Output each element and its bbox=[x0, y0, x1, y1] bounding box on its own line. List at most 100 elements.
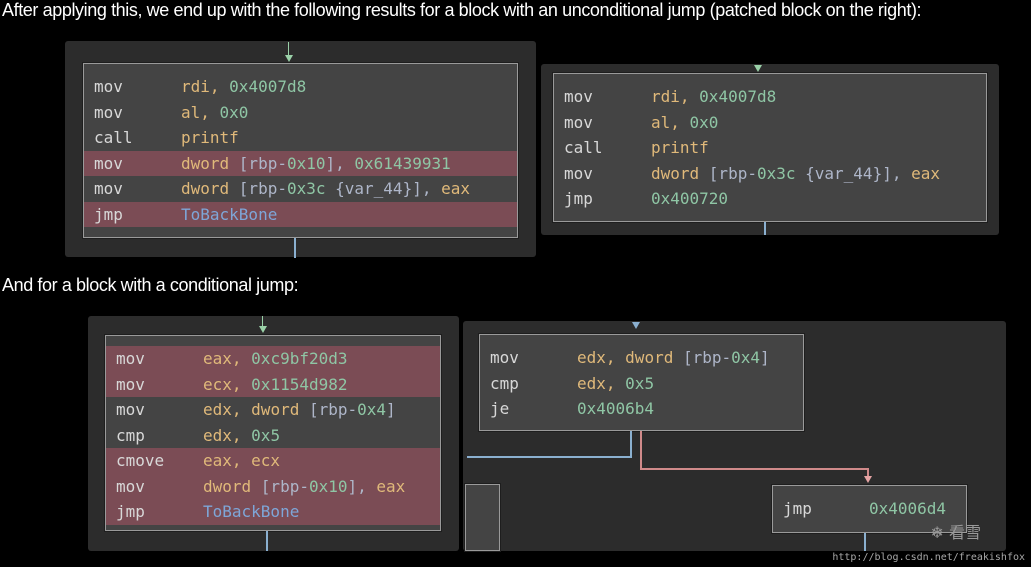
asm-instruction-row[interactable]: jmp ToBackBone bbox=[106, 499, 440, 525]
asm-operand-token: eax, bbox=[203, 349, 252, 368]
asm-instruction-row[interactable]: jmp 0x4006d4 bbox=[773, 496, 966, 522]
asm-instruction-row[interactable]: mov rdi, 0x4007d8 bbox=[554, 84, 986, 110]
asm-block-partial[interactable] bbox=[465, 484, 500, 551]
asm-instruction-row[interactable]: mov eax, 0xc9bf20d3 bbox=[106, 346, 440, 372]
asm-opcode: mov bbox=[116, 400, 145, 419]
incoming-edge-arrow bbox=[285, 55, 293, 62]
asm-operands: 0x4006d4 bbox=[869, 496, 946, 522]
asm-operands: edx, 0x5 bbox=[203, 423, 280, 449]
asm-operand-token: 0x61439931 bbox=[354, 153, 451, 173]
asm-opcode: mov bbox=[116, 374, 145, 394]
asm-operand-token: [rbp- bbox=[308, 400, 358, 419]
asm-instruction-row[interactable]: cmp edx, 0x5 bbox=[480, 371, 803, 397]
asm-instruction-row[interactable]: jmp ToBackBone bbox=[84, 201, 517, 227]
asm-opcode: mov bbox=[116, 476, 145, 496]
asm-instruction-row[interactable]: mov edx, dword [rbp-0x4] bbox=[480, 345, 803, 371]
asm-operands: printf bbox=[181, 125, 239, 151]
asm-opcode: mov bbox=[490, 348, 519, 367]
incoming-edge-arrow bbox=[754, 65, 762, 72]
asm-opcode: mov bbox=[564, 112, 593, 132]
asm-operand-token: 0x10 bbox=[308, 476, 348, 496]
asm-instruction-row[interactable]: mov dword [rbp-0x10], eax bbox=[106, 473, 440, 500]
asm-operand-token: {var_44}], bbox=[325, 179, 442, 198]
asm-opcode: mov bbox=[564, 163, 593, 183]
asm-opcode: jmp bbox=[564, 189, 593, 208]
asm-operands: 0x4006b4 bbox=[577, 396, 654, 422]
asm-opcode: jmp bbox=[116, 502, 145, 521]
asm-instruction-row[interactable]: mov rdi, 0x4007d8 bbox=[84, 74, 517, 100]
asm-instruction-row[interactable]: call printf bbox=[84, 125, 517, 151]
asm-operand-token: dword bbox=[181, 179, 239, 198]
outgoing-edge bbox=[764, 222, 766, 235]
asm-operand-token: ] bbox=[760, 348, 770, 367]
asm-operand-token: 0xc9bf20d3 bbox=[251, 349, 348, 368]
asm-opcode: mov bbox=[94, 102, 123, 122]
false-edge bbox=[467, 456, 632, 458]
asm-block-uncond-patched[interactable]: mov rdi, 0x4007d8 mov al, 0x0 call printf mov d… bbox=[553, 73, 987, 222]
asm-operands: dword [rbp-0x10], eax bbox=[203, 474, 405, 500]
asm-instruction-row[interactable]: mov dword [rbp-0x10], 0x61439931 bbox=[84, 150, 517, 176]
asm-operand-token: [rbp- bbox=[238, 153, 287, 173]
asm-operands: 0x400720 bbox=[651, 186, 728, 212]
asm-instruction-row[interactable]: je 0x4006b4 bbox=[480, 396, 803, 422]
asm-block-cond-patched[interactable]: mov edx, dword [rbp-0x4] cmp edx, 0x5 je 0x40… bbox=[479, 334, 804, 431]
asm-operand-token: 0x0 bbox=[689, 112, 719, 132]
asm-operands: rdi, 0x4007d8 bbox=[651, 84, 776, 110]
asm-operand-token: [rbp- bbox=[708, 163, 757, 183]
asm-operand-token: 0x10 bbox=[286, 153, 326, 173]
asm-operands: edx, dword [rbp-0x4] bbox=[203, 397, 396, 423]
asm-operand-token: eax bbox=[376, 476, 406, 496]
asm-operand-token: 0x0 bbox=[219, 102, 249, 122]
asm-operand-token: 0x4 bbox=[357, 400, 387, 419]
asm-instruction-row[interactable]: mov dword [rbp-0x3c {var_44}], eax bbox=[84, 176, 517, 202]
asm-operand-token: 0x5 bbox=[251, 425, 281, 445]
asm-operand-token: dword bbox=[251, 400, 309, 419]
asm-operand-token: ecx, bbox=[203, 374, 252, 394]
asm-instruction-row[interactable]: jmp 0x400720 bbox=[554, 186, 986, 212]
asm-operands: ecx, 0x1154d982 bbox=[203, 372, 348, 398]
asm-operand-token: 0x3c bbox=[756, 163, 796, 183]
asm-instruction-row[interactable]: call printf bbox=[554, 135, 986, 161]
asm-opcode: mov bbox=[94, 77, 123, 96]
asm-opcode: jmp bbox=[783, 499, 812, 518]
asm-instruction-row[interactable]: mov al, 0x0 bbox=[554, 110, 986, 136]
asm-operand-token: printf bbox=[651, 138, 709, 157]
asm-operands: rdi, 0x4007d8 bbox=[181, 74, 306, 100]
asm-operand-token: ToBackBone bbox=[203, 502, 300, 521]
asm-operand-token: [rbp- bbox=[260, 476, 309, 496]
asm-instruction-row[interactable]: cmp edx, 0x5 bbox=[106, 423, 440, 449]
asm-operand-token: 0x4006b4 bbox=[577, 399, 655, 418]
caption-unconditional: After applying this, we end up with the … bbox=[2, 0, 922, 20]
asm-block-cond-original[interactable]: mov eax, 0xc9bf20d3 mov ecx, 0x1154d982 mov e… bbox=[105, 335, 441, 531]
asm-operand-token: dword bbox=[625, 348, 683, 367]
asm-operand-token: edx, bbox=[577, 373, 626, 393]
asm-opcode: cmp bbox=[490, 373, 519, 393]
snowflake-icon: ❄ bbox=[930, 523, 944, 542]
asm-operands: eax, 0xc9bf20d3 bbox=[203, 346, 348, 372]
asm-operands: edx, 0x5 bbox=[577, 371, 654, 397]
outgoing-edge bbox=[864, 533, 866, 551]
asm-operand-token: ToBackBone bbox=[181, 204, 278, 224]
asm-instruction-row[interactable]: mov ecx, 0x1154d982 bbox=[106, 371, 440, 398]
asm-operand-token: ], bbox=[325, 153, 355, 173]
asm-instruction-row[interactable]: mov edx, dword [rbp-0x4] bbox=[106, 397, 440, 423]
asm-operands: dword [rbp-0x3c {var_44}], eax bbox=[181, 176, 470, 202]
asm-operand-token: [rbp- bbox=[238, 179, 287, 198]
asm-operand-token: 0x5 bbox=[625, 373, 655, 393]
asm-operand-token: eax, ecx bbox=[203, 451, 281, 470]
asm-instruction-row[interactable]: mov dword [rbp-0x3c {var_44}], eax bbox=[554, 161, 986, 187]
asm-operand-token: edx, bbox=[203, 425, 252, 445]
asm-opcode: call bbox=[94, 128, 133, 147]
incoming-edge-arrow bbox=[632, 322, 640, 329]
asm-opcode: mov bbox=[564, 87, 593, 106]
false-edge bbox=[630, 431, 632, 458]
asm-operand-token: eax bbox=[911, 163, 940, 183]
asm-opcode: je bbox=[490, 399, 510, 418]
asm-operand-token: 0x4 bbox=[731, 348, 761, 367]
asm-instruction-row[interactable]: mov al, 0x0 bbox=[84, 100, 517, 126]
incoming-edge bbox=[288, 42, 289, 56]
asm-instruction-row[interactable]: cmove eax, ecx bbox=[106, 448, 440, 474]
asm-operand-token: rdi, bbox=[651, 87, 700, 106]
asm-block-uncond-original[interactable]: mov rdi, 0x4007d8 mov al, 0x0 call printf mov d… bbox=[83, 63, 518, 238]
asm-operands: ToBackBone bbox=[203, 499, 299, 525]
